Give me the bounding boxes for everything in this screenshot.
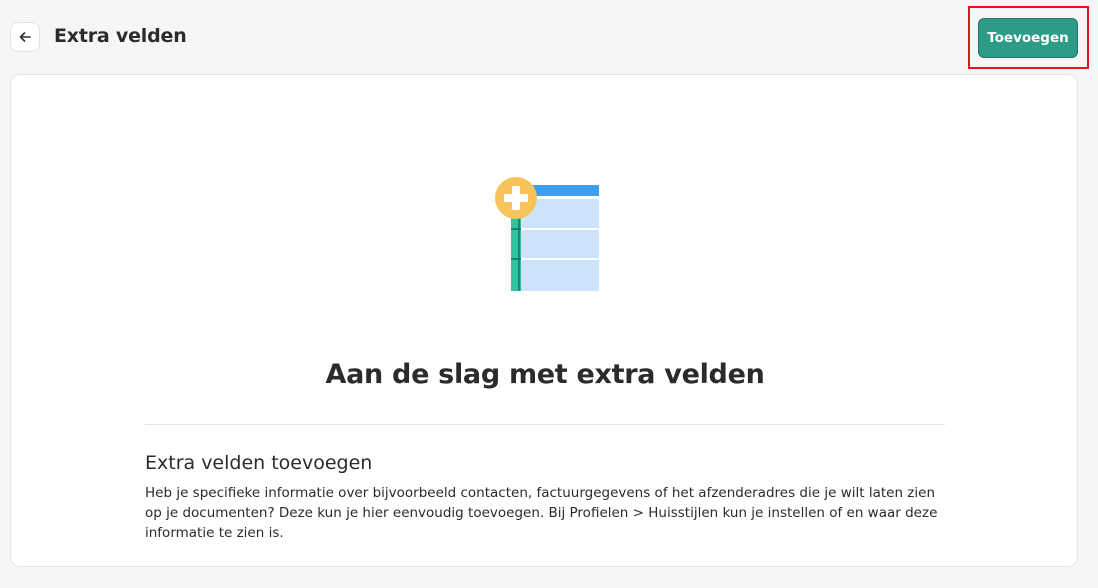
page-header: Extra velden Toevoegen bbox=[0, 0, 1098, 74]
empty-state-title: Aan de slag met extra velden bbox=[325, 359, 765, 390]
page-title: Extra velden bbox=[54, 25, 187, 47]
add-button[interactable]: Toevoegen bbox=[978, 18, 1078, 58]
section-heading: Extra velden toevoegen bbox=[145, 452, 373, 474]
table-add-illustration bbox=[495, 177, 599, 291]
section-description: Heb je specifieke informatie over bijvoo… bbox=[145, 485, 938, 541]
divider bbox=[145, 424, 945, 425]
back-button[interactable] bbox=[10, 22, 40, 52]
plus-horizontal bbox=[504, 194, 528, 202]
empty-state-card: Aan de slag met extra velden Extra velde… bbox=[10, 74, 1078, 567]
table-body bbox=[521, 199, 599, 291]
arrow-left-icon bbox=[19, 32, 31, 42]
